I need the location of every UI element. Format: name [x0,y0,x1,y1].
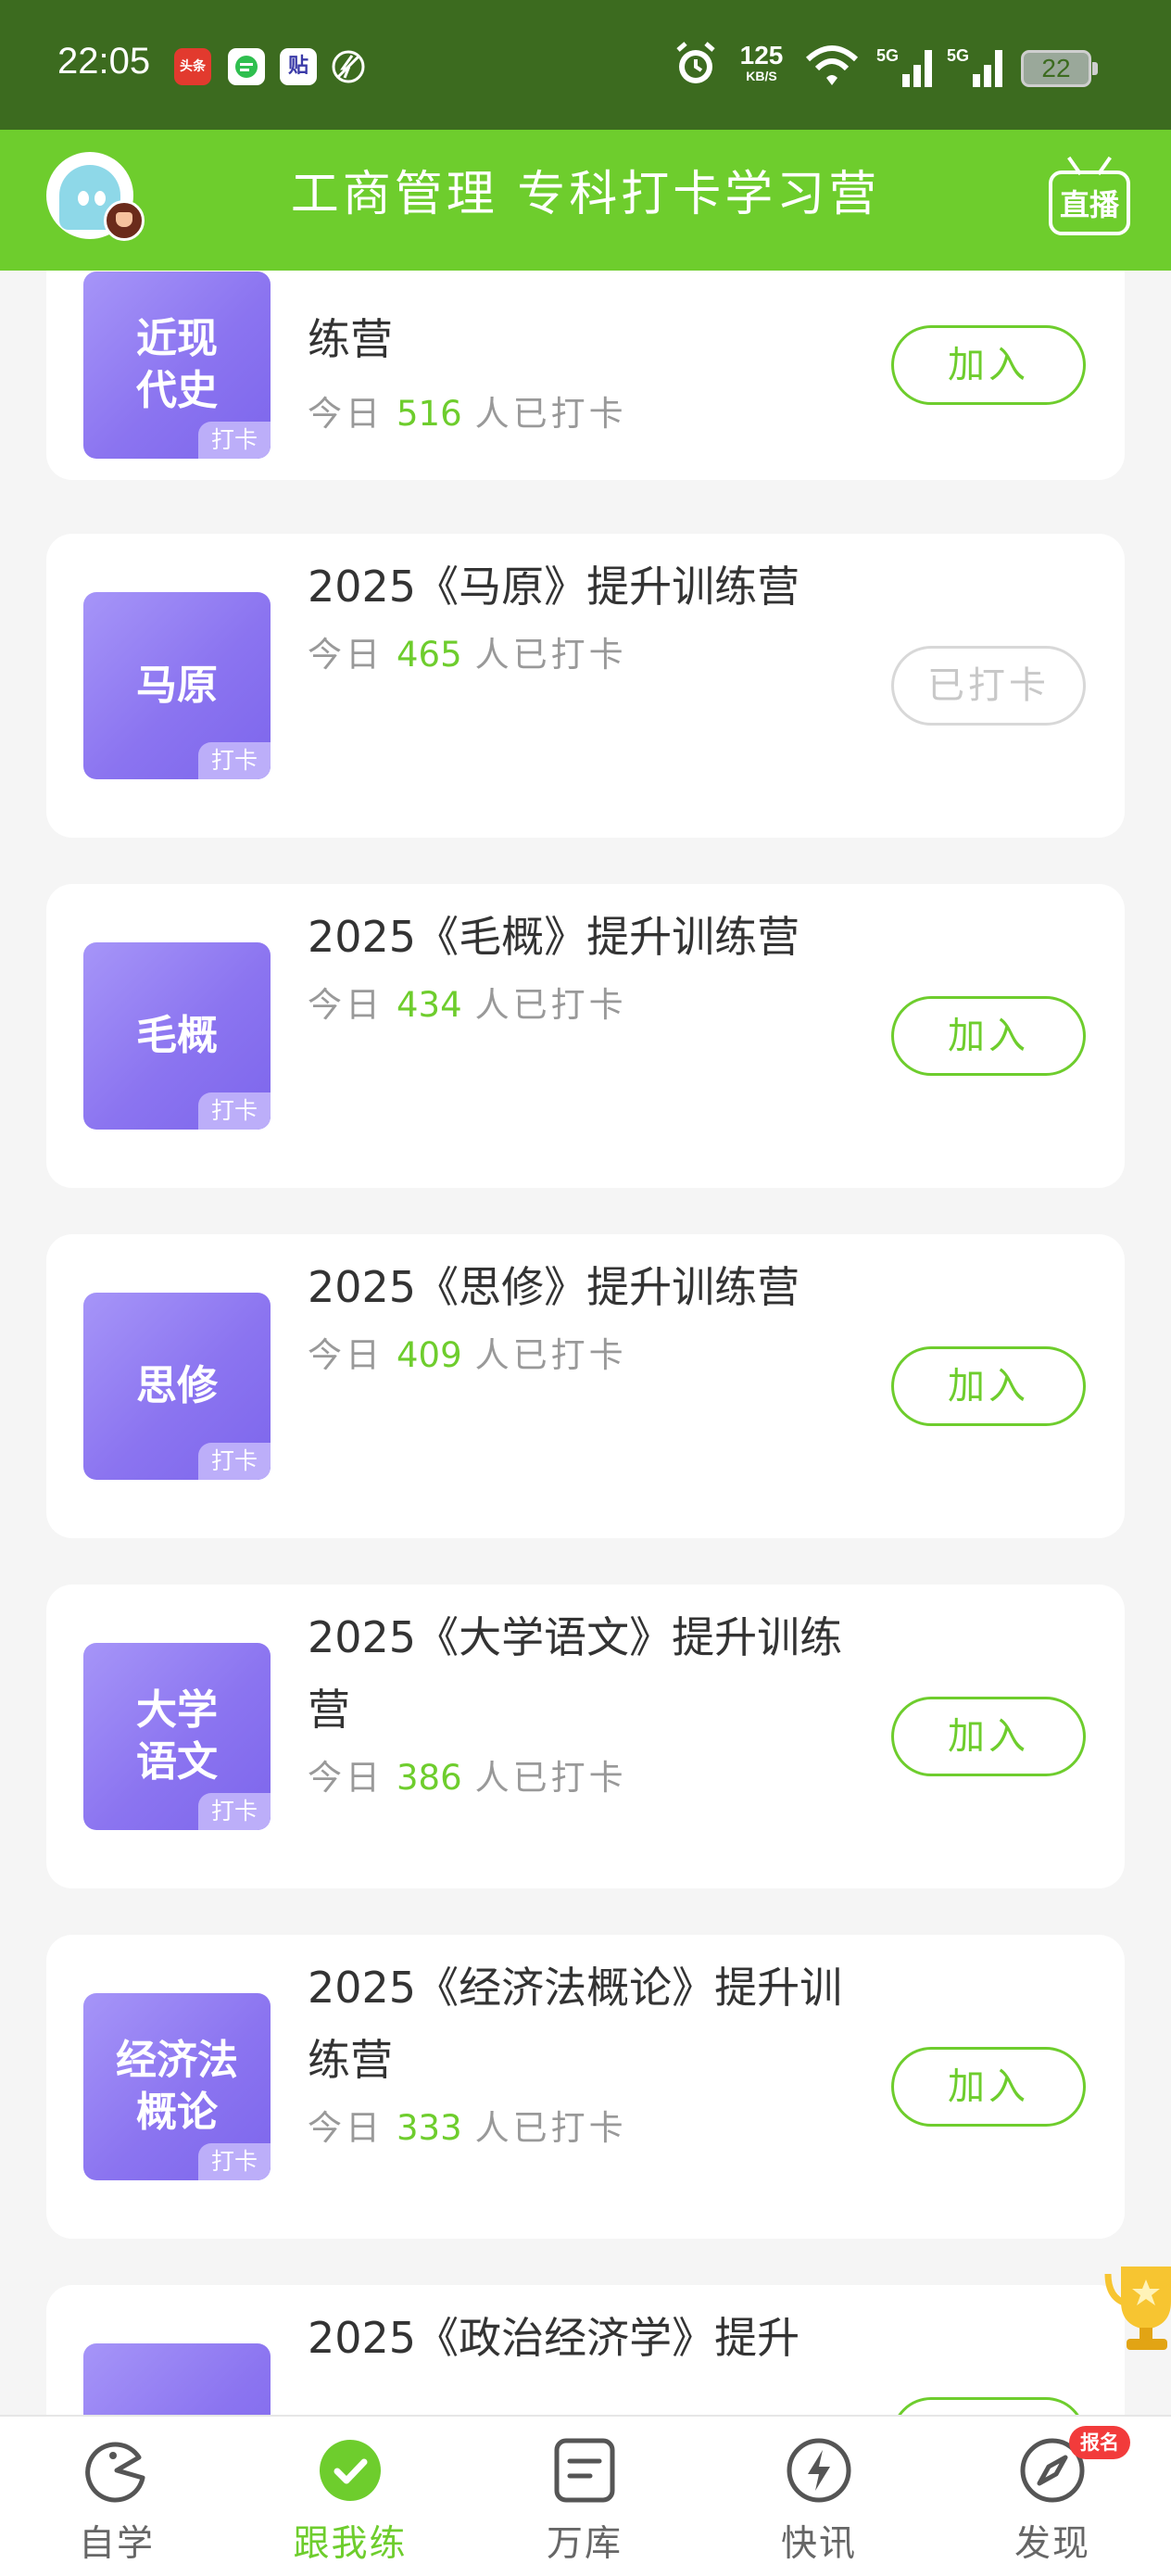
signup-badge: 报名 [1069,2426,1130,2459]
checkin-stat: 今日 333 人已打卡 [308,2108,627,2148]
course-title: 2025《毛概》提升训练营 [308,912,800,962]
nav-discover[interactable]: 报名 发现 [960,2417,1145,2576]
checkin-stat: 今日 409 人已打卡 [308,1335,627,1375]
course-card[interactable]: 毛概 打卡 2025《毛概》提升训练营 今日 434 人已打卡 加入 [46,884,1125,1188]
checkin-tag: 打卡 [198,1092,271,1130]
course-list[interactable]: 近现 代史 打卡 练营 今日 516 人已打卡 加入 马原 打卡 2025《马原》提… [0,271,1171,2415]
course-thumbnail: 近现 代史 打卡 [83,271,271,459]
checkin-stat: 今日 386 人已打卡 [308,1758,627,1798]
nav-self-study[interactable]: 自学 [24,2417,209,2576]
course-thumbnail: 毛概 打卡 [83,942,271,1130]
join-button[interactable]: 加入 [891,325,1086,405]
page-title: 工商管理 专科打卡学习营 [290,167,881,222]
pacman-icon [85,2442,145,2503]
checkin-stat: 今日 465 人已打卡 [308,635,627,675]
wifi-icon [805,45,859,85]
live-button[interactable]: 直播 [1049,170,1130,235]
course-thumbnail: 马原 打卡 [83,592,271,779]
tieba-app-icon: 贴 [280,48,317,85]
join-button[interactable]: 加入 [891,2397,1086,2415]
alarm-icon [676,42,715,83]
course-card[interactable]: 近现 代史 打卡 练营 今日 516 人已打卡 加入 [46,271,1125,480]
lightning-icon [787,2438,851,2503]
course-thumbnail: 经济法 概论 打卡 [83,1993,271,2180]
course-card[interactable]: 经济法 概论 打卡 2025《经济法概论》提升训练营 今日 333 人已打卡 加入 [46,1935,1125,2239]
course-card[interactable]: 马原 打卡 2025《马原》提升训练营 今日 465 人已打卡 已打卡 [46,534,1125,838]
join-button[interactable]: 加入 [891,1697,1086,1776]
nfc-off-icon [330,48,367,85]
checked-in-button[interactable]: 已打卡 [891,646,1086,726]
trophy-icon[interactable] [1102,2254,1171,2355]
checkin-stat: 今日 516 人已打卡 [308,394,627,434]
course-title: 2025《马原》提升训练营 [308,562,800,612]
net-speed: 125 KB/S [739,41,784,84]
checkin-tag: 打卡 [198,1793,271,1830]
course-card[interactable]: 政治 打卡 2025《政治经济学》提升 加入 [46,2285,1125,2415]
course-title: 2025《大学语文》提升训练营 [308,1612,843,1735]
checkin-stat: 今日 434 人已打卡 [308,985,627,1025]
battery-icon: 22 [1021,50,1098,87]
nav-library[interactable]: 万库 [492,2417,677,2576]
checkin-tag: 打卡 [198,1443,271,1480]
checkin-tag: 打卡 [198,422,271,459]
status-time: 22:05 [57,41,151,82]
join-button[interactable]: 加入 [891,996,1086,1076]
join-button[interactable]: 加入 [891,1346,1086,1426]
course-thumbnail: 大学 语文 打卡 [83,1643,271,1830]
course-title: 2025《政治经济学》提升 [308,2313,800,2363]
check-circle-icon [320,2440,381,2501]
checkin-tag: 打卡 [198,742,271,779]
bottom-nav: 自学 跟我练 万库 快讯 报名 发现 [0,2415,1171,2576]
status-bar: 22:05 头条 贴 125 KB/S 5G 5G 22 [0,0,1171,130]
course-title: 2025《经济法概论》提升训练营 [308,1963,843,2085]
join-button[interactable]: 加入 [891,2047,1086,2127]
course-title: 练营 [308,314,393,364]
course-card[interactable]: 大学 语文 打卡 2025《大学语文》提升训练营 今日 386 人已打卡 加入 [46,1585,1125,1888]
chat-app-icon [228,48,265,85]
course-card[interactable]: 思修 打卡 2025《思修》提升训练营 今日 409 人已打卡 加入 [46,1234,1125,1538]
nav-practice[interactable]: 跟我练 [258,2417,443,2576]
course-title: 2025《思修》提升训练营 [308,1262,800,1312]
course-thumbnail: 思修 打卡 [83,1293,271,1480]
nav-news[interactable]: 快讯 [726,2417,912,2576]
checkin-tag: 打卡 [198,2143,271,2180]
course-thumbnail: 政治 打卡 [83,2343,271,2415]
document-icon [554,2438,615,2503]
toutiao-app-icon: 头条 [174,48,211,85]
app-header: 工商管理 专科打卡学习营 直播 [0,130,1171,271]
